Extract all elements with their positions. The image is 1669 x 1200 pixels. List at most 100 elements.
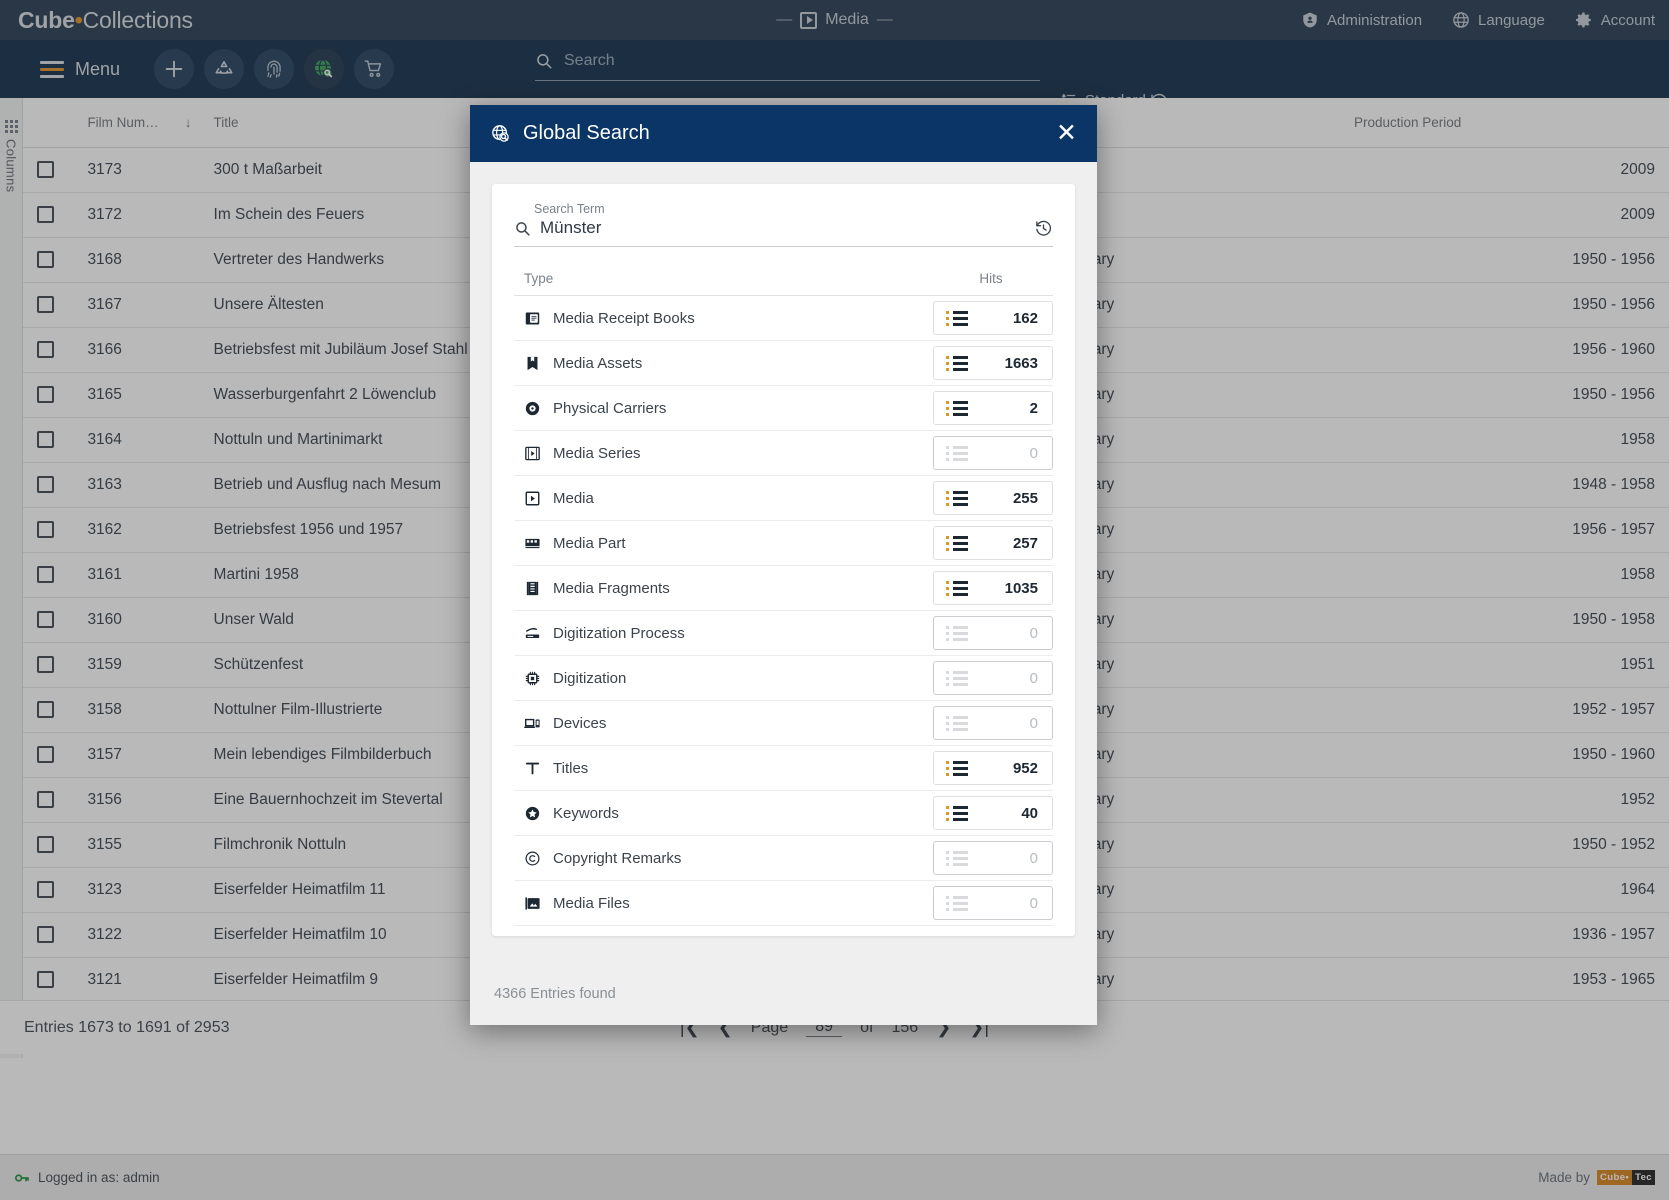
show-results-button[interactable]: 2 <box>933 391 1053 425</box>
result-type: Devices <box>524 715 933 732</box>
search-icon <box>514 220 531 237</box>
result-row[interactable]: Digitization Process 0 <box>514 611 1053 656</box>
result-row[interactable]: Media Fragments 1035 <box>514 566 1053 611</box>
list-icon <box>946 400 968 416</box>
global-search-icon <box>490 123 512 145</box>
search-card: Search Term Type Hits Media Receipt Book… <box>492 184 1075 936</box>
star-circle-icon <box>524 805 541 822</box>
scanner-icon <box>524 625 541 642</box>
result-type: Media <box>524 490 933 507</box>
result-row[interactable]: Physical Carriers 2 <box>514 386 1053 431</box>
text-t-icon <box>524 760 541 777</box>
list-icon <box>946 445 968 461</box>
list-icon <box>946 715 968 731</box>
result-label: Digitization Process <box>553 624 685 642</box>
result-row[interactable]: Titles 952 <box>514 746 1053 791</box>
result-row[interactable]: Media Files 0 <box>514 881 1053 926</box>
result-row[interactable]: Copyright Remarks 0 <box>514 836 1053 881</box>
results-header: Type Hits <box>514 247 1053 296</box>
hits-count: 952 <box>1012 759 1038 777</box>
film-play-icon <box>524 445 541 462</box>
show-results-button: 0 <box>933 706 1053 740</box>
image-folder-icon <box>524 895 541 912</box>
show-results-button[interactable]: 1035 <box>933 571 1053 605</box>
result-row[interactable]: Devices 0 <box>514 701 1053 746</box>
show-results-button[interactable]: 40 <box>933 796 1053 830</box>
list-icon <box>946 670 968 686</box>
hits-count: 40 <box>1021 804 1038 822</box>
result-type: Physical Carriers <box>524 400 933 417</box>
hits-count: 0 <box>1029 669 1038 687</box>
close-icon[interactable]: ✕ <box>1056 121 1077 146</box>
show-results-button[interactable]: 952 <box>933 751 1053 785</box>
dialog-title: Global Search <box>490 122 650 145</box>
search-term-label: Search Term <box>534 202 605 216</box>
result-type: Media Files <box>524 895 933 912</box>
result-label: Media Part <box>553 534 626 552</box>
hits-count: 0 <box>1029 714 1038 732</box>
result-label: Keywords <box>553 804 619 822</box>
list-icon <box>946 625 968 641</box>
bookmark-icon <box>524 355 541 372</box>
results-header-hits: Hits <box>979 271 1003 286</box>
result-row[interactable]: Media 255 <box>514 476 1053 521</box>
result-row[interactable]: Keywords 40 <box>514 791 1053 836</box>
list-icon <box>946 535 968 551</box>
result-type: Media Series <box>524 445 933 462</box>
list-icon <box>946 490 968 506</box>
hits-count: 0 <box>1029 894 1038 912</box>
result-row[interactable]: Digitization 0 <box>514 656 1053 701</box>
disc-icon <box>524 400 541 417</box>
search-term-field[interactable] <box>514 218 1053 247</box>
show-results-button: 0 <box>933 886 1053 920</box>
dialog-body: Search Term Type Hits Media Receipt Book… <box>470 162 1097 963</box>
entries-found-text: 4366 Entries found <box>494 986 616 1002</box>
results-header-type: Type <box>524 271 554 286</box>
list-icon <box>946 580 968 596</box>
result-label: Media Fragments <box>553 579 670 597</box>
result-label: Media <box>553 489 594 507</box>
chip-icon <box>524 670 541 687</box>
result-label: Digitization <box>553 669 627 687</box>
result-label: Copyright Remarks <box>553 849 682 867</box>
result-label: Physical Carriers <box>553 399 667 417</box>
show-results-button[interactable]: 255 <box>933 481 1053 515</box>
dialog-title-text: Global Search <box>523 122 650 144</box>
book-open-icon <box>524 310 541 327</box>
hits-count: 0 <box>1029 624 1038 642</box>
filmstrip-vertical-icon <box>524 580 541 597</box>
show-results-button: 0 <box>933 436 1053 470</box>
result-type: Digitization Process <box>524 625 933 642</box>
result-row[interactable]: Media Series 0 <box>514 431 1053 476</box>
list-icon <box>946 355 968 371</box>
result-type: Media Part <box>524 535 933 552</box>
hits-count: 162 <box>1012 309 1038 327</box>
search-term-input[interactable] <box>540 218 1025 238</box>
result-type: Keywords <box>524 805 933 822</box>
list-icon <box>946 805 968 821</box>
show-results-button[interactable]: 257 <box>933 526 1053 560</box>
hits-count: 2 <box>1029 399 1038 417</box>
hits-count: 255 <box>1012 489 1038 507</box>
result-row[interactable]: Media Part 257 <box>514 521 1053 566</box>
hits-count: 0 <box>1029 444 1038 462</box>
list-icon <box>946 850 968 866</box>
history-icon[interactable] <box>1034 219 1053 238</box>
show-results-button[interactable]: 1663 <box>933 346 1053 380</box>
result-type: Media Fragments <box>524 580 933 597</box>
application-window: Cube•Collections — Media — Administratio… <box>0 0 1669 1200</box>
hits-count: 0 <box>1029 849 1038 867</box>
hits-count: 257 <box>1012 534 1038 552</box>
hits-count: 1663 <box>1004 354 1038 372</box>
results-list: Media Receipt Books 162 Media Assets 1663 Ph… <box>514 296 1053 926</box>
list-icon <box>946 760 968 776</box>
show-results-button[interactable]: 162 <box>933 301 1053 335</box>
result-label: Titles <box>553 759 589 777</box>
hits-count: 1035 <box>1004 579 1038 597</box>
dialog-footer: 4366 Entries found <box>470 963 1097 1025</box>
result-label: Media Receipt Books <box>553 309 695 327</box>
global-search-dialog: Global Search ✕ Search Term Type <box>470 105 1097 1025</box>
show-results-button: 0 <box>933 841 1053 875</box>
result-row[interactable]: Media Assets 1663 <box>514 341 1053 386</box>
result-row[interactable]: Media Receipt Books 162 <box>514 296 1053 341</box>
